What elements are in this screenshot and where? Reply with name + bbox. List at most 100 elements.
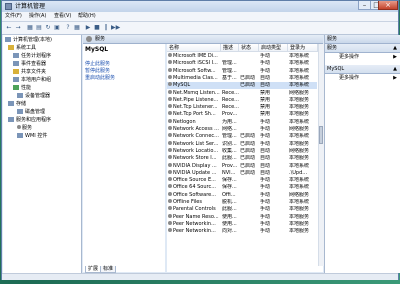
service-status-cell: 已启动	[240, 147, 256, 154]
service-row[interactable]: MySQL 已启动 自动 本地系统	[167, 82, 317, 90]
service-gear-icon	[168, 96, 172, 101]
properties-icon[interactable]: ▦	[73, 24, 81, 32]
mysql-more-actions-link[interactable]: 更多操作	[339, 75, 359, 81]
service-gear-icon	[168, 177, 172, 182]
service-name-cell: Peer Name Reso...	[168, 213, 220, 221]
tree-item-storage[interactable]: 存储	[8, 100, 26, 108]
service-row[interactable]: Office 64 Sourc... 保存... 手动 本地系统	[167, 184, 317, 191]
tree-item-local-users[interactable]: 本地用户和组	[13, 76, 51, 84]
close-button[interactable]: ×	[378, 1, 398, 10]
tree-item-task-scheduler[interactable]: 任务计划程序	[13, 52, 51, 60]
service-row[interactable]: Multimedia Clas... 基于... 已启动 自动 本地系统	[167, 74, 317, 82]
mysql-more-actions-arrow-icon: ▶	[393, 75, 397, 81]
tab-extended[interactable]: 扩展	[85, 266, 102, 273]
service-row[interactable]: Parental Controls 此服... 手动 本地服务	[167, 206, 317, 213]
tree-item-shared-folders[interactable]: 共享文件夹	[13, 68, 46, 76]
service-logon-cell: 本地系统	[289, 184, 310, 191]
tree-item-device-manager[interactable]: 设备管理器	[17, 92, 50, 100]
menu-help[interactable]: 帮助(H)	[78, 12, 96, 21]
service-row[interactable]: Peer Networkin... 向对... 手动 本地服务	[167, 228, 317, 235]
tree-item-services-apps[interactable]: 服务和应用程序	[8, 116, 51, 124]
menu-view[interactable]: 查看(V)	[54, 12, 71, 21]
service-row[interactable]: Offline Files 脱机... 手动 本地系统	[167, 199, 317, 206]
tree-item-event-viewer[interactable]: 事件查看器	[13, 60, 46, 68]
column-header-logon-as[interactable]: 登录为	[288, 44, 318, 52]
service-row[interactable]: Network Connec... 管理... 已启动 手动 本地系统	[167, 133, 317, 140]
service-row[interactable]: Net.Tcp Port Sh... Prov... 禁用 本地服务	[167, 111, 317, 118]
restart-service-link[interactable]: 重启动此服务	[85, 75, 115, 81]
service-name-cell: MySQL	[168, 82, 220, 89]
column-header-status[interactable]: 状态	[239, 44, 259, 52]
tree-item-disk-management[interactable]: 磁盘管理	[17, 108, 45, 116]
service-row[interactable]: Network List Ser... 识别... 已启动 手动 本地服务	[167, 140, 317, 148]
more-actions-link[interactable]: 更多操作	[339, 54, 359, 60]
service-gear-icon	[168, 140, 172, 145]
service-logon-cell: 本地服务	[289, 155, 310, 162]
start-service-icon[interactable]: ▶	[84, 24, 92, 32]
actions-section-services[interactable]: 服务 ▲	[325, 44, 400, 53]
service-row[interactable]: Netlogon 为用... 手动 本地系统	[167, 118, 317, 126]
service-row[interactable]: NVIDIA Update ... NVI... 已启动 自动 .\Upd...	[167, 169, 317, 177]
tree-item-computer-management[interactable]: 计算机管理(本地)	[5, 36, 52, 44]
restart-service-icon[interactable]: ▶▶	[111, 24, 120, 32]
menu-action[interactable]: 操作(A)	[29, 12, 46, 21]
service-row[interactable]: Peer Name Reso... 使用... 手动 本地服务	[167, 213, 317, 221]
service-startup-cell: 手动	[260, 206, 271, 213]
service-row[interactable]: Net.Msmq Listen... Rece... 禁用 网络服务	[167, 89, 317, 97]
service-logon-cell: 本地系统	[289, 133, 310, 140]
service-row[interactable]: Net.Tcp Listener... Rece... 禁用 本地服务	[167, 104, 317, 111]
tree-item-system-tools[interactable]: 系统工具	[8, 44, 36, 52]
service-row[interactable]: Network Locatio... 收集... 已启动 自动 网络服务	[167, 147, 317, 155]
service-name: Peer Name Reso...	[173, 213, 219, 220]
service-name-cell: Parental Controls	[168, 206, 220, 213]
tab-standard[interactable]: 标准	[100, 266, 117, 273]
menu-file[interactable]: 文件(F)	[5, 12, 22, 21]
column-header-description[interactable]: 描述	[221, 44, 239, 52]
service-desc-cell: Prov...	[222, 111, 238, 118]
tree-item-wmi-control[interactable]: WMI 控件	[17, 132, 47, 140]
service-row[interactable]: NVIDIA Display ... Prov... 已启动 自动 本地系统	[167, 162, 317, 170]
column-header-name[interactable]: 名称	[167, 44, 221, 52]
service-row[interactable]: Peer Networkin... 使用... 手动 本地服务	[167, 220, 317, 228]
service-name: Parental Controls	[173, 206, 216, 213]
column-header-startup-type[interactable]: 启动类型	[259, 44, 288, 52]
stop-service-link[interactable]: 停止此服务	[85, 61, 110, 67]
forward-icon[interactable]: →	[14, 24, 22, 32]
tree-item-performance[interactable]: 性能	[13, 84, 31, 92]
service-startup-cell: 自动	[260, 155, 271, 162]
services-header-title: 服务	[95, 36, 106, 42]
refresh-icon[interactable]: ↻	[44, 24, 52, 32]
back-icon[interactable]: ←	[5, 24, 13, 32]
service-name-cell: Peer Networkin...	[168, 228, 220, 235]
service-logon-cell: 本地系统	[289, 60, 310, 67]
actions-section-mysql[interactable]: MySQL ▲	[325, 65, 400, 74]
service-gear-icon	[168, 228, 172, 233]
stop-service-icon[interactable]: ■	[93, 24, 101, 32]
service-row[interactable]: Microsoft Softw... 管理... 手动 本地系统	[167, 67, 317, 75]
pause-service-icon[interactable]: ‖	[102, 24, 110, 32]
service-row[interactable]: Office Source E... 保存... 手动 本地系统	[167, 177, 317, 184]
help-icon[interactable]: ?	[64, 24, 72, 32]
service-name: MySQL	[173, 82, 191, 89]
service-row[interactable]: Office Software... Offi... 手动 网络服务	[167, 191, 317, 199]
service-desc-cell: 保存...	[222, 177, 237, 184]
window-title: 计算机管理	[15, 3, 46, 10]
service-row[interactable]: Net.Pipe Listene... Rece... 禁用 本地服务	[167, 96, 317, 104]
service-name-cell: Office Source E...	[168, 177, 220, 184]
service-row[interactable]: Microsoft iSCSI I... 管理... 手动 本地系统	[167, 60, 317, 67]
title-bar[interactable]: 计算机管理 – □ ×	[2, 1, 398, 12]
service-row[interactable]: Microsoft IME Di... 手动 本地系统	[167, 53, 317, 60]
service-desc-cell: 管理...	[222, 133, 237, 140]
service-row[interactable]: Network Store I... 此服... 已启动 自动 本地服务	[167, 155, 317, 162]
console-tree-icon[interactable]: ▦	[26, 24, 34, 32]
service-name-cell: Net.Msmq Listen...	[168, 89, 220, 97]
service-startup-cell: 手动	[260, 177, 271, 184]
list-view-icon[interactable]: ▤	[35, 24, 43, 32]
service-startup-cell: 手动	[260, 228, 271, 235]
service-name: Net.Tcp Port Sh...	[173, 111, 216, 118]
pause-service-link[interactable]: 暂停此服务	[85, 68, 110, 74]
scrollbar-thumb[interactable]	[319, 126, 323, 144]
tree-item-services[interactable]: 服务	[17, 124, 32, 132]
export-icon[interactable]: ▣	[53, 24, 61, 32]
service-row[interactable]: Network Access ... 网络... 手动 网络服务	[167, 126, 317, 133]
